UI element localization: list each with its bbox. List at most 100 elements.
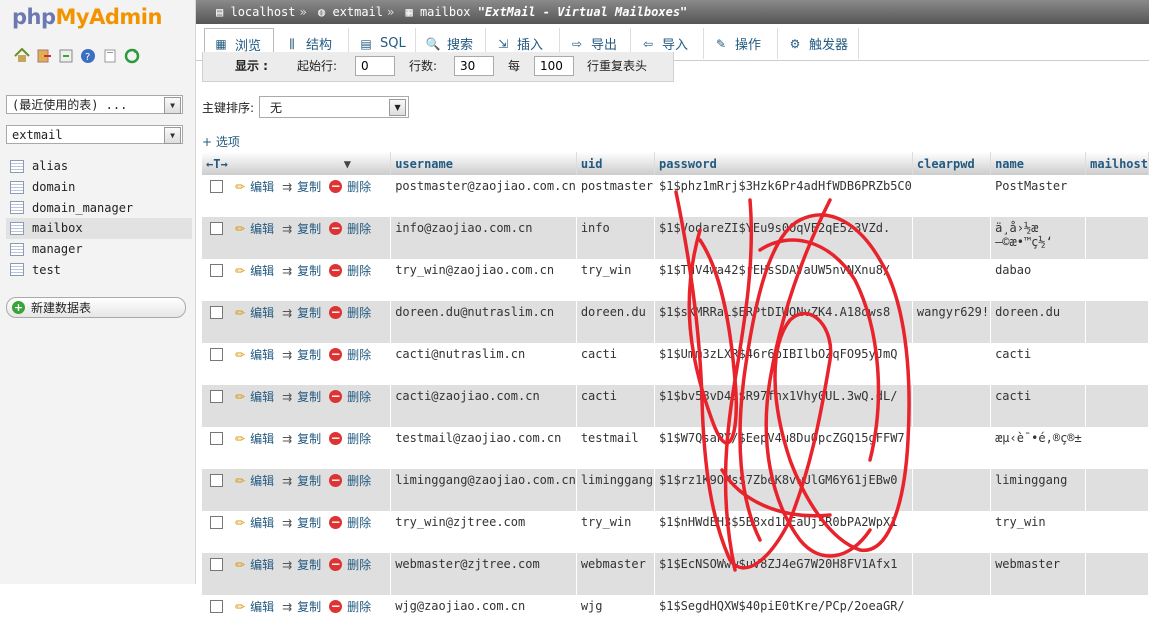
tab-operations[interactable]: ✎ 操作: [705, 28, 778, 59]
docs-icon[interactable]: [101, 47, 118, 64]
recent-tables-select[interactable]: (最近使用的表) ... ▼: [6, 95, 183, 114]
cell-uid[interactable]: liminggang: [576, 469, 656, 511]
delete-button[interactable]: − 删除: [329, 558, 371, 572]
cell-username[interactable]: try_win@zjtree.com: [390, 511, 577, 553]
column-header-mailhost[interactable]: mailhost: [1085, 152, 1149, 175]
delete-button[interactable]: − 删除: [329, 222, 371, 236]
edit-button[interactable]: ✏ 编辑: [235, 474, 274, 488]
cell-mailhost[interactable]: [1085, 553, 1149, 595]
copy-button[interactable]: ⇉ 复制: [282, 222, 321, 236]
cell-name[interactable]: cacti: [990, 343, 1087, 385]
column-header-name[interactable]: name: [990, 152, 1087, 175]
edit-button[interactable]: ✏ 编辑: [235, 306, 274, 320]
cell-clearpwd[interactable]: wangyr629!: [912, 301, 992, 343]
row-checkbox[interactable]: [210, 222, 223, 235]
row-checkbox[interactable]: [210, 600, 223, 613]
copy-button[interactable]: ⇉ 复制: [282, 264, 321, 278]
cell-clearpwd[interactable]: [912, 511, 992, 553]
row-checkbox[interactable]: [210, 348, 223, 361]
cell-clearpwd[interactable]: [912, 385, 992, 427]
database-select[interactable]: extmail ▼: [6, 125, 183, 144]
edit-button[interactable]: ✏ 编辑: [235, 432, 274, 446]
sidebar-table-domain[interactable]: domain: [10, 177, 192, 198]
cell-clearpwd[interactable]: [912, 595, 992, 637]
edit-button[interactable]: ✏ 编辑: [235, 180, 274, 194]
cell-name[interactable]: cacti: [990, 385, 1087, 427]
copy-button[interactable]: ⇉ 复制: [282, 558, 321, 572]
copy-button[interactable]: ⇉ 复制: [282, 390, 321, 404]
breadcrumb-database[interactable]: extmail: [332, 5, 383, 19]
cell-password[interactable]: $1$rz1K9OMs$7ZbeK8vwUlGM6Y61jEBw0: [654, 469, 913, 511]
edit-button[interactable]: ✏ 编辑: [235, 516, 274, 530]
cell-mailhost[interactable]: [1085, 343, 1149, 385]
cell-uid[interactable]: cacti: [576, 343, 656, 385]
delete-button[interactable]: − 删除: [329, 600, 371, 614]
cell-uid[interactable]: cacti: [576, 385, 656, 427]
cell-name[interactable]: PostMaster: [990, 175, 1087, 217]
cell-uid[interactable]: wjg: [576, 595, 656, 637]
cell-name[interactable]: try_win: [990, 511, 1087, 553]
cell-name[interactable]: dabao: [990, 259, 1087, 301]
logout-icon[interactable]: [35, 47, 52, 64]
cell-mailhost[interactable]: [1085, 175, 1149, 217]
query-window-icon[interactable]: [57, 47, 74, 64]
edit-button[interactable]: ✏ 编辑: [235, 264, 274, 278]
cell-name[interactable]: æµ‹è¯•é‚®ç®±: [990, 427, 1087, 469]
cell-mailhost[interactable]: [1085, 469, 1149, 511]
row-checkbox[interactable]: [210, 390, 223, 403]
cell-username[interactable]: webmaster@zjtree.com: [390, 553, 577, 595]
cell-uid[interactable]: try_win: [576, 511, 656, 553]
cell-uid[interactable]: try_win: [576, 259, 656, 301]
copy-button[interactable]: ⇉ 复制: [282, 516, 321, 530]
row-checkbox[interactable]: [210, 558, 223, 571]
cell-mailhost[interactable]: [1085, 511, 1149, 553]
column-arrows-icon[interactable]: ←T→: [206, 157, 228, 171]
cell-clearpwd[interactable]: [912, 175, 992, 217]
cell-mailhost[interactable]: [1085, 217, 1149, 259]
sidebar-table-manager[interactable]: manager: [10, 239, 192, 260]
breadcrumb-table[interactable]: mailbox: [420, 5, 471, 19]
cell-mailhost[interactable]: [1085, 385, 1149, 427]
start-row-input[interactable]: [355, 56, 395, 76]
column-header-username[interactable]: username: [390, 152, 577, 175]
sidebar-table-test[interactable]: test: [10, 259, 192, 280]
cell-username[interactable]: try_win@zaojiao.com.cn: [390, 259, 577, 301]
help-icon[interactable]: ?: [79, 47, 96, 64]
cell-name[interactable]: ä¸å›½æ —©æ•™ç½‘: [990, 217, 1087, 259]
cell-password[interactable]: $1$Umm3zLXR$46r6bIBIlbOZqFO95yJmQ: [654, 343, 913, 385]
copy-button[interactable]: ⇉ 复制: [282, 600, 321, 614]
row-checkbox[interactable]: [210, 516, 223, 529]
cell-name[interactable]: [990, 595, 1087, 637]
cell-uid[interactable]: postmaster: [576, 175, 656, 217]
cell-clearpwd[interactable]: [912, 217, 992, 259]
cell-uid[interactable]: webmaster: [576, 553, 656, 595]
cell-mailhost[interactable]: [1085, 427, 1149, 469]
cell-password[interactable]: $1$EcNSOWww$uV8ZJ4eG7W20H8FV1Afx1: [654, 553, 913, 595]
cell-username[interactable]: doreen.du@nutraslim.cn: [390, 301, 577, 343]
cell-uid[interactable]: info: [576, 217, 656, 259]
delete-button[interactable]: − 删除: [329, 264, 371, 278]
delete-button[interactable]: − 删除: [329, 348, 371, 362]
cell-name[interactable]: doreen.du: [990, 301, 1087, 343]
cell-mailhost[interactable]: [1085, 595, 1149, 637]
cell-username[interactable]: liminggang@zaojiao.com.cn: [390, 469, 577, 511]
cell-password[interactable]: $1$sKMRRaL$ERPtDIWQNvZK4.A18ows8: [654, 301, 913, 343]
delete-button[interactable]: − 删除: [329, 516, 371, 530]
sort-select[interactable]: 无 ▼: [259, 96, 410, 118]
copy-button[interactable]: ⇉ 复制: [282, 474, 321, 488]
cell-username[interactable]: cacti@nutraslim.cn: [390, 343, 577, 385]
delete-button[interactable]: − 删除: [329, 306, 371, 320]
cell-name[interactable]: webmaster: [990, 553, 1087, 595]
cell-clearpwd[interactable]: [912, 427, 992, 469]
cell-name[interactable]: liminggang: [990, 469, 1087, 511]
sidebar-table-alias[interactable]: alias: [10, 156, 192, 177]
cell-uid[interactable]: doreen.du: [576, 301, 656, 343]
copy-button[interactable]: ⇉ 复制: [282, 348, 321, 362]
reload-icon[interactable]: [123, 47, 140, 64]
options-link[interactable]: + 选项: [202, 133, 240, 150]
cell-username[interactable]: postmaster@zaojiao.com.cn: [390, 175, 577, 217]
cell-clearpwd[interactable]: [912, 343, 992, 385]
row-checkbox[interactable]: [210, 180, 223, 193]
edit-button[interactable]: ✏ 编辑: [235, 348, 274, 362]
copy-button[interactable]: ⇉ 复制: [282, 306, 321, 320]
